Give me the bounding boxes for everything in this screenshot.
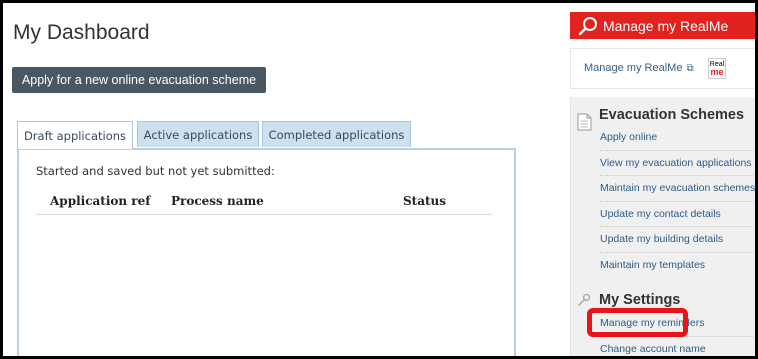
link-maintain-evacuation-schemes[interactable]: Maintain my evacuation schemes xyxy=(600,176,755,202)
tab-active-applications[interactable]: Active applications xyxy=(137,121,259,147)
realme-logo-line2: me xyxy=(710,67,724,77)
sidebar-menu: Evacuation Schemes Apply online View my … xyxy=(570,97,755,357)
wrench-icon xyxy=(578,293,591,306)
page-title: My Dashboard xyxy=(13,21,150,44)
tab-draft-applications[interactable]: Draft applications xyxy=(17,121,133,149)
draft-applications-panel: Started and saved but not yet submitted:… xyxy=(17,148,516,356)
evacuation-links: Apply online View my evacuation applicat… xyxy=(600,125,755,278)
apply-new-scheme-button[interactable]: Apply for a new online evacuation scheme xyxy=(12,67,266,93)
manage-realme-link-label: Manage my RealMe xyxy=(584,62,683,74)
column-process-name[interactable]: Process name xyxy=(171,194,264,208)
link-change-account-name[interactable]: Change account name xyxy=(600,337,755,357)
tab-completed-applications[interactable]: Completed applications xyxy=(262,121,411,147)
manage-realme-link[interactable]: Manage my RealMe ⧉ xyxy=(584,62,694,74)
column-status[interactable]: Status xyxy=(403,194,446,208)
search-icon xyxy=(578,16,597,35)
document-icon xyxy=(577,113,592,131)
my-settings-title: My Settings xyxy=(599,292,681,308)
link-manage-reminders[interactable]: Manage my reminders xyxy=(600,311,755,337)
external-link-icon: ⧉ xyxy=(686,63,694,74)
realme-link-box: Manage my RealMe ⧉ Real me xyxy=(570,48,755,89)
evacuation-schemes-title: Evacuation Schemes xyxy=(599,107,745,123)
browser-frame: My Dashboard Apply for a new online evac… xyxy=(0,0,758,359)
manage-realme-header-label: Manage my RealMe xyxy=(603,17,729,34)
panel-description: Started and saved but not yet submitted: xyxy=(36,164,275,178)
realme-logo: Real me xyxy=(708,58,726,79)
link-update-contact-details[interactable]: Update my contact details xyxy=(600,202,755,227)
link-update-building-details[interactable]: Update my building details xyxy=(600,227,755,253)
link-maintain-templates[interactable]: Maintain my templates xyxy=(600,253,755,278)
link-apply-online[interactable]: Apply online xyxy=(600,125,755,151)
column-application-ref[interactable]: Application ref xyxy=(50,194,150,208)
link-view-evacuation-applications[interactable]: View my evacuation applications xyxy=(600,151,755,176)
manage-realme-header[interactable]: Manage my RealMe xyxy=(570,12,755,39)
applications-table-header: Application ref Process name Status xyxy=(36,192,492,215)
settings-links: Manage my reminders Change account name xyxy=(600,311,755,357)
